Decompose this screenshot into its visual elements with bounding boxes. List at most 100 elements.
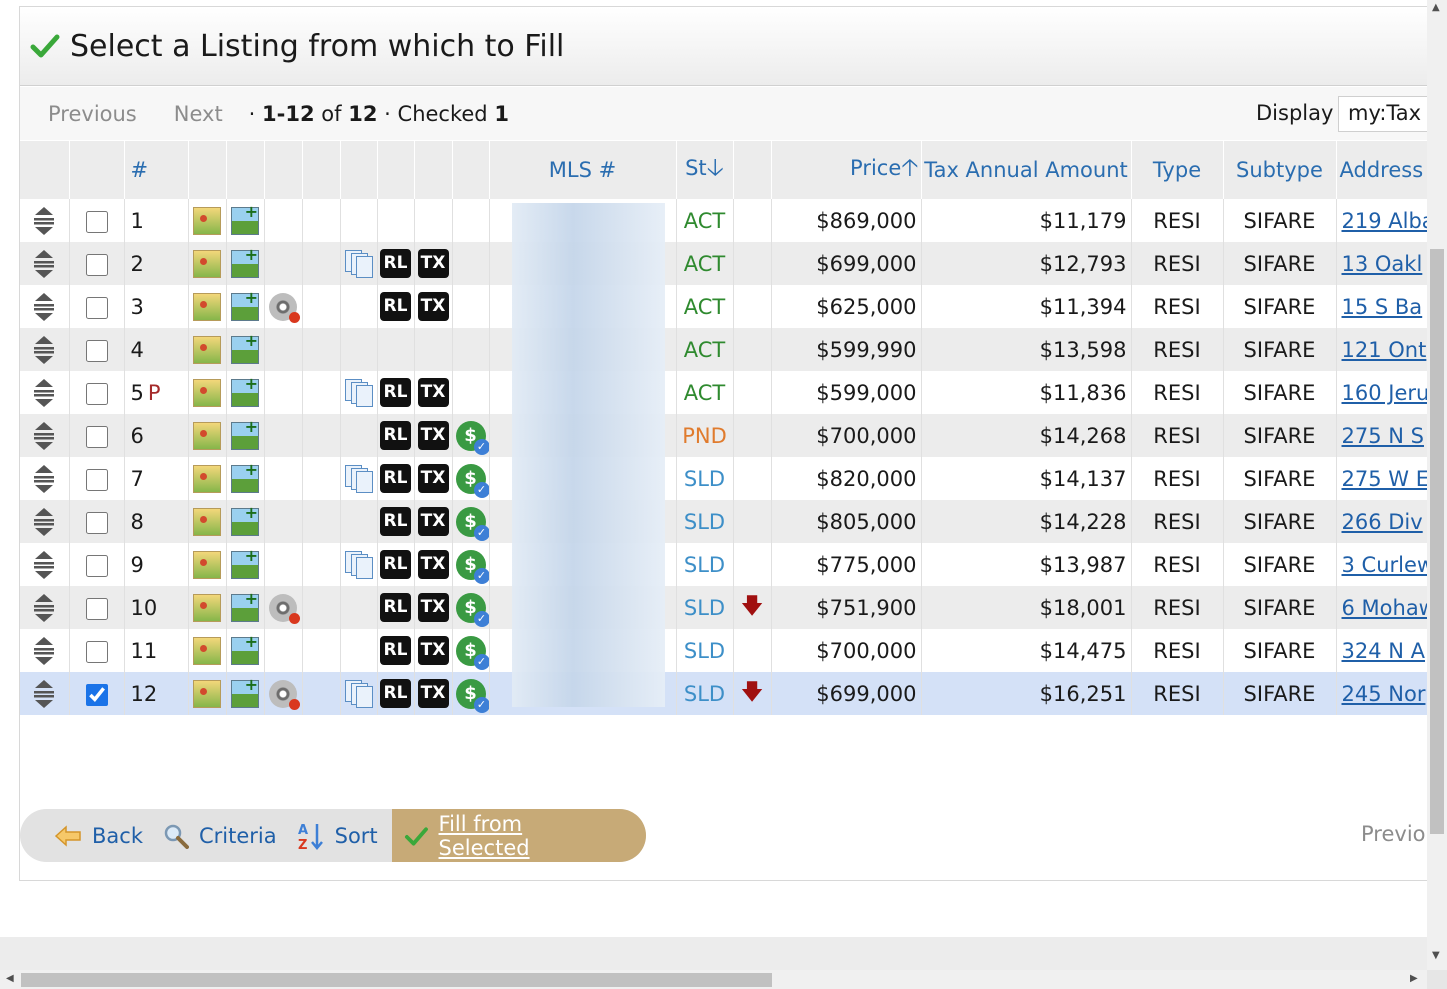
col-status-header[interactable]: St🡣 xyxy=(676,141,734,199)
photo-icon[interactable] xyxy=(193,550,221,579)
drag-handle-icon[interactable] xyxy=(31,507,57,536)
table-row[interactable]: 9 RLTX$ SLD $775,000$13,987RESISIFARE3 Curl… xyxy=(20,543,1427,586)
photo-icon[interactable] xyxy=(193,292,221,321)
rl-badge-icon[interactable]: RL xyxy=(380,249,411,278)
copy-docs-icon[interactable] xyxy=(344,464,374,494)
rl-badge-icon[interactable]: RL xyxy=(380,292,411,321)
rl-badge-icon[interactable]: RL xyxy=(380,378,411,407)
fill-from-selected-button[interactable]: Fill from Selected xyxy=(391,809,646,862)
col-tax-header[interactable]: Tax Annual Amount xyxy=(921,141,1132,199)
address-link[interactable]: 15 S Ba xyxy=(1342,295,1423,319)
video-reel-icon[interactable] xyxy=(269,292,300,323)
tx-badge-icon[interactable]: TX xyxy=(417,378,449,407)
photo-icon[interactable] xyxy=(193,378,221,407)
col-mls-header[interactable]: MLS # xyxy=(489,141,677,199)
horizontal-scrollbar[interactable]: ◀ ▶ xyxy=(0,970,1427,989)
address-link[interactable]: 121 Ont xyxy=(1342,338,1427,362)
next-link[interactable]: Next xyxy=(174,102,223,126)
tx-badge-icon[interactable]: TX xyxy=(417,421,449,450)
table-row[interactable]: 3 RLTX ACT $625,000$11,394RESISIFARE15 S Ba xyxy=(20,285,1427,328)
drag-handle[interactable] xyxy=(20,672,70,715)
display-select[interactable]: my:Tax xyxy=(1338,96,1427,132)
scroll-left-icon[interactable]: ◀ xyxy=(6,973,14,984)
photo-icon[interactable] xyxy=(193,464,221,493)
row-checkbox[interactable] xyxy=(85,683,108,706)
tx-badge-icon[interactable]: TX xyxy=(417,464,449,493)
drag-handle-icon[interactable] xyxy=(31,679,57,708)
row-checkbox[interactable] xyxy=(85,253,108,276)
drag-handle[interactable] xyxy=(20,457,70,500)
drag-handle[interactable] xyxy=(20,328,70,371)
video-reel-icon[interactable] xyxy=(269,593,300,624)
tx-badge-icon[interactable]: TX xyxy=(417,249,449,278)
drag-handle[interactable] xyxy=(20,414,70,457)
address-link[interactable]: 219 Alba xyxy=(1342,209,1428,233)
tx-badge-icon[interactable]: TX xyxy=(417,507,449,536)
table-row[interactable]: 12 RLTX$ SLD🡇 $699,000$16,251RESISIFARE245 … xyxy=(20,672,1427,715)
row-checkbox[interactable] xyxy=(85,382,108,405)
rl-badge-icon[interactable]: RL xyxy=(380,636,411,665)
row-checkbox[interactable] xyxy=(85,640,108,663)
dollar-check-icon[interactable]: $ xyxy=(455,678,488,713)
drag-handle-icon[interactable] xyxy=(31,421,57,450)
address-link[interactable]: 6 Mohaw xyxy=(1342,596,1428,620)
drag-handle-icon[interactable] xyxy=(31,636,57,665)
sort-button[interactable]: A Z Sort xyxy=(287,809,388,862)
table-row[interactable]: 8 RLTX$ SLD $805,000$14,228RESISIFARE266 Di… xyxy=(20,500,1427,543)
gallery-icon[interactable] xyxy=(231,417,259,450)
row-checkbox[interactable] xyxy=(85,511,108,534)
col-type-header[interactable]: Type xyxy=(1131,141,1224,199)
table-row[interactable]: 4 ACT $599,990$13,598RESISIFARE121 Ont xyxy=(20,328,1427,371)
drag-handle-icon[interactable] xyxy=(31,550,57,579)
row-checkbox[interactable] xyxy=(85,210,108,233)
scroll-down-icon[interactable]: ▼ xyxy=(1432,950,1440,961)
address-link[interactable]: 245 Nor xyxy=(1342,682,1426,706)
drag-handle-icon[interactable] xyxy=(31,593,57,622)
copy-docs-icon[interactable] xyxy=(344,550,374,580)
gallery-icon[interactable] xyxy=(231,288,259,321)
photo-icon[interactable] xyxy=(193,421,221,450)
dollar-check-icon[interactable]: $ xyxy=(455,635,488,670)
address-link[interactable]: 275 N S xyxy=(1342,424,1424,448)
drag-handle[interactable] xyxy=(20,199,70,242)
gallery-icon[interactable] xyxy=(231,374,259,407)
row-checkbox[interactable] xyxy=(85,597,108,620)
row-checkbox[interactable] xyxy=(85,468,108,491)
vertical-scroll-thumb[interactable] xyxy=(1430,249,1444,834)
photo-icon[interactable] xyxy=(193,206,221,235)
drag-handle-icon[interactable] xyxy=(31,249,57,278)
photo-icon[interactable] xyxy=(193,335,221,364)
photo-icon[interactable] xyxy=(193,507,221,536)
photo-icon[interactable] xyxy=(193,679,221,708)
address-link[interactable]: 275 W E xyxy=(1342,467,1428,491)
gallery-icon[interactable] xyxy=(231,202,259,235)
col-subtype-header[interactable]: Subtype xyxy=(1223,141,1337,199)
col-address-header[interactable]: Address xyxy=(1336,141,1427,199)
drag-handle[interactable] xyxy=(20,500,70,543)
dollar-check-icon[interactable]: $ xyxy=(455,592,488,627)
gallery-icon[interactable] xyxy=(231,245,259,278)
drag-handle-icon[interactable] xyxy=(31,206,57,235)
copy-docs-icon[interactable] xyxy=(344,679,374,709)
vertical-scrollbar[interactable]: ▲ ▼ xyxy=(1427,0,1447,970)
table-row[interactable]: 2 RLTX ACT $699,000$12,793RESISIFARE13 Oakl xyxy=(20,242,1427,285)
photo-icon[interactable] xyxy=(193,249,221,278)
scroll-right-icon[interactable]: ▶ xyxy=(1410,973,1418,984)
col-num-header[interactable]: # xyxy=(124,141,189,199)
table-row[interactable]: 10 RLTX$ SLD🡇 $751,900$18,001RESISIFARE6 Mo… xyxy=(20,586,1427,629)
address-link[interactable]: 324 N A xyxy=(1342,639,1426,663)
previous-link[interactable]: Previous xyxy=(48,102,137,126)
criteria-button[interactable]: Criteria xyxy=(153,809,287,862)
tx-badge-icon[interactable]: TX xyxy=(417,593,449,622)
rl-badge-icon[interactable]: RL xyxy=(380,507,411,536)
tx-badge-icon[interactable]: TX xyxy=(417,679,449,708)
drag-handle[interactable] xyxy=(20,543,70,586)
tx-badge-icon[interactable]: TX xyxy=(417,550,449,579)
gallery-icon[interactable] xyxy=(231,460,259,493)
drag-handle-icon[interactable] xyxy=(31,335,57,364)
copy-docs-icon[interactable] xyxy=(344,249,374,279)
previous-link-bottom[interactable]: Previo xyxy=(1361,822,1426,846)
row-checkbox[interactable] xyxy=(85,554,108,577)
table-row[interactable]: 6 RLTX$ PND $700,000$14,268RESISIFARE275 N … xyxy=(20,414,1427,457)
gallery-icon[interactable] xyxy=(231,331,259,364)
